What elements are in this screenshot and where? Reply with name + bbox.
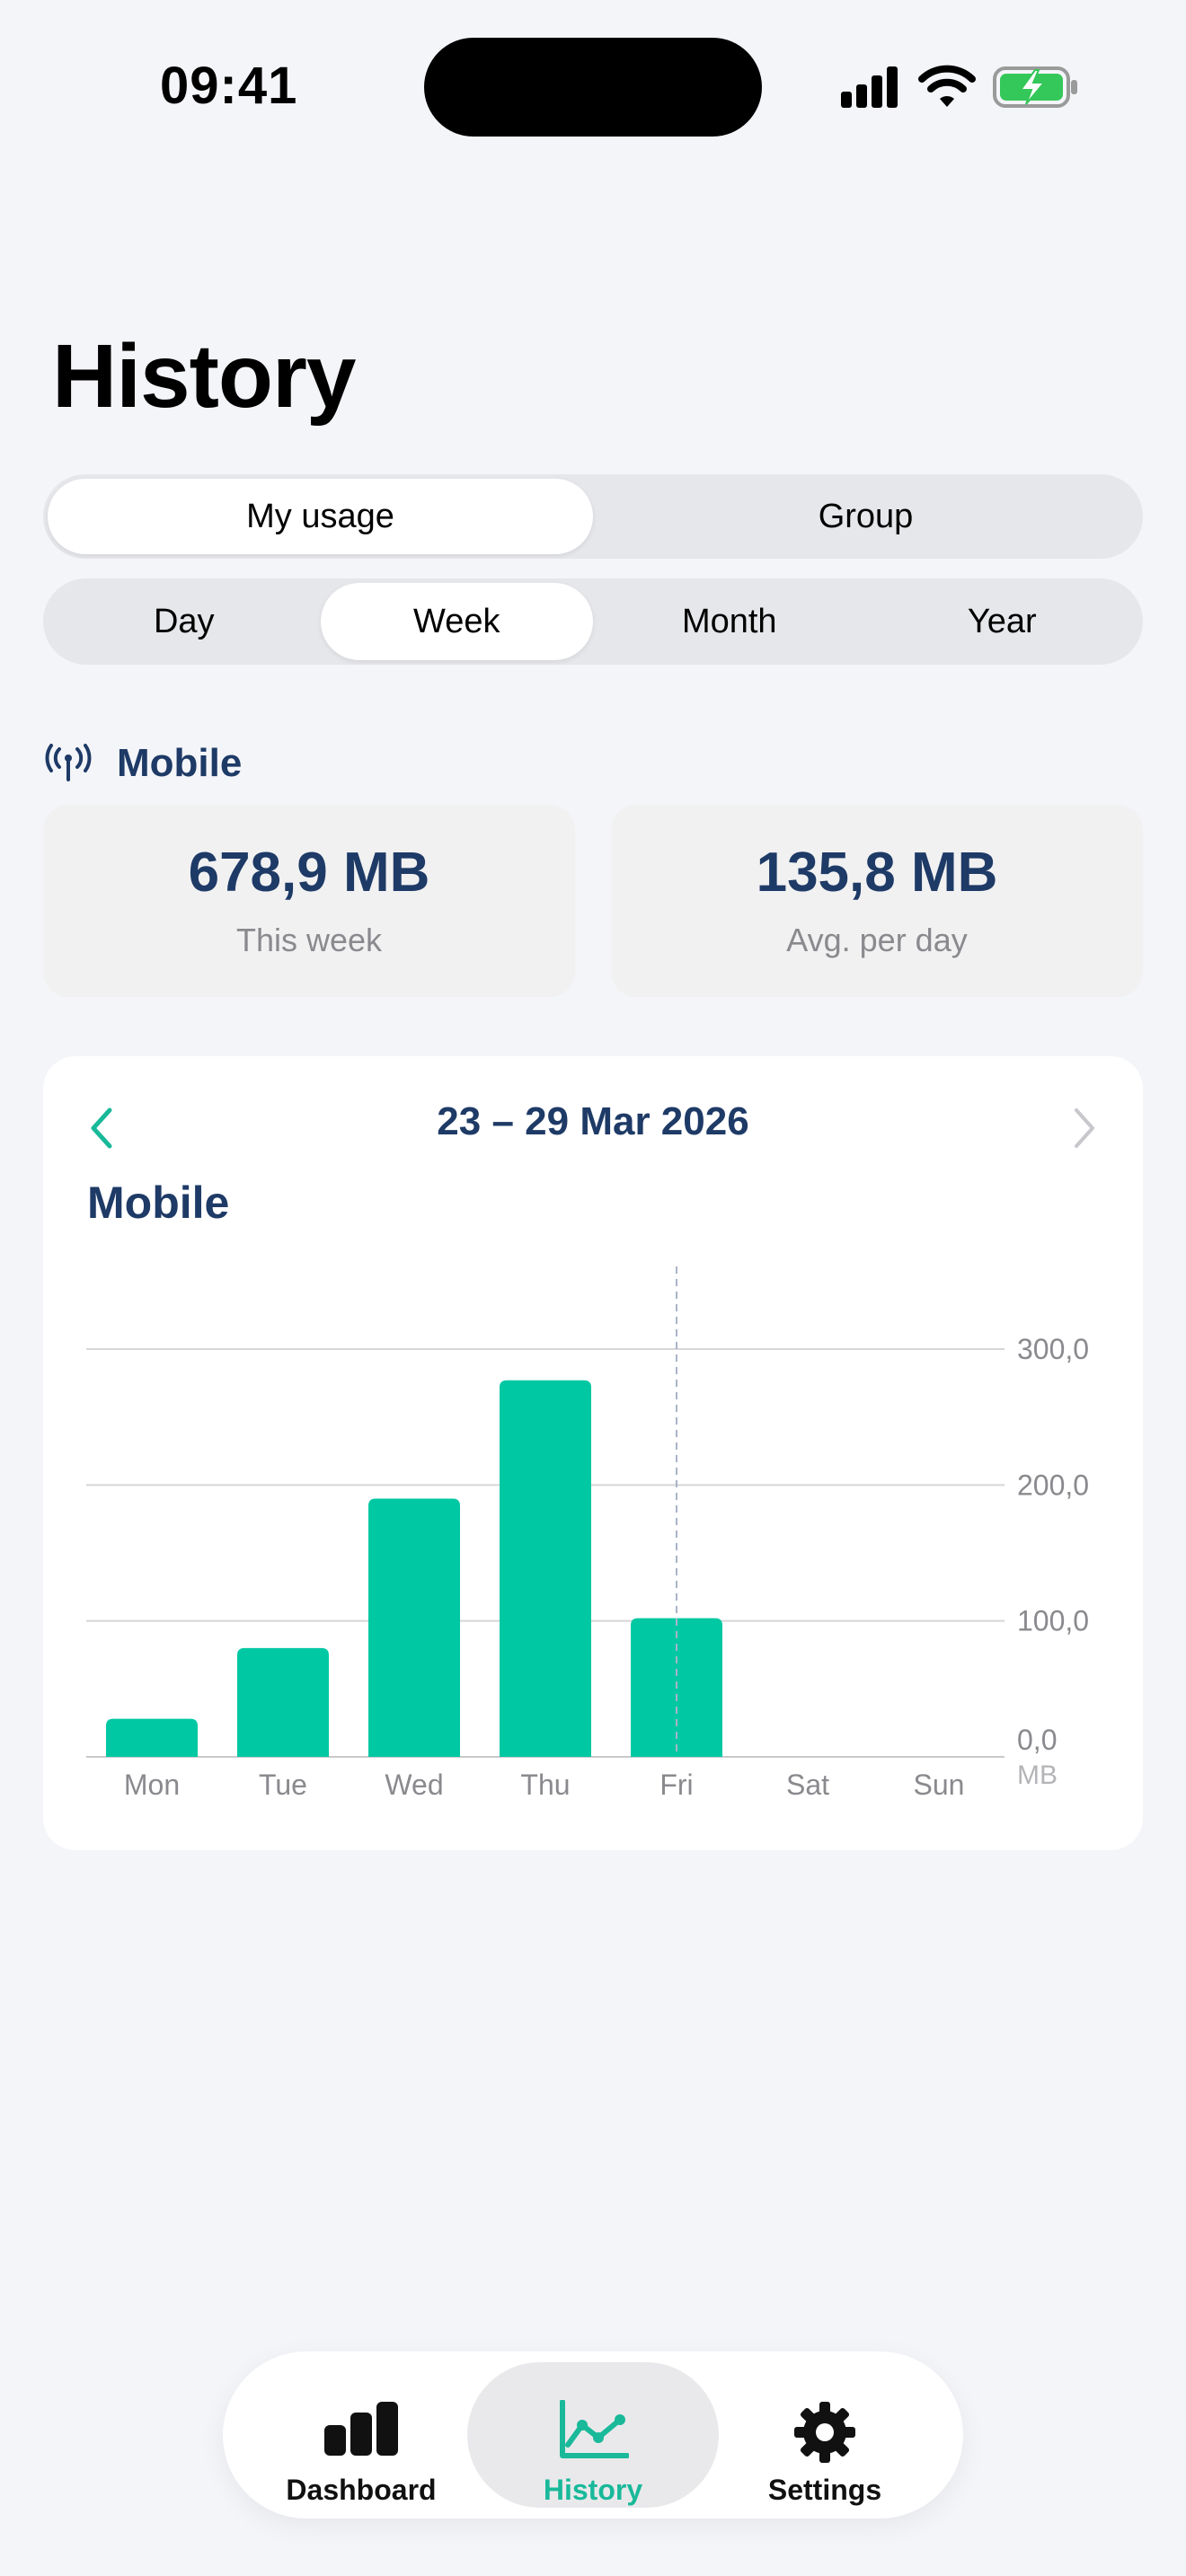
section-header: Mobile bbox=[45, 737, 242, 790]
total-usage-label: This week bbox=[235, 922, 383, 958]
tab-year[interactable]: Year bbox=[866, 583, 1139, 660]
usage-chart-card: 0,0 100,0 200,0 300,0 MB Mon Tue Wed Thu Fri Sat Su… bbox=[43, 1056, 1143, 1850]
x-tick-label: Mon bbox=[124, 1769, 180, 1801]
page-title: History bbox=[52, 326, 357, 427]
tab-my-usage[interactable]: My usage bbox=[48, 479, 593, 554]
x-tick-label: Wed bbox=[385, 1769, 443, 1801]
tab-dashboard[interactable]: Dashboard bbox=[235, 2362, 487, 2508]
usage-bar-chart: 0,0 100,0 200,0 300,0 MB Mon Tue Wed Thu Fri Sat Su… bbox=[86, 1266, 1089, 1801]
y-tick-label: 300,0 bbox=[1017, 1333, 1089, 1365]
bar-chart-icon bbox=[324, 2402, 398, 2456]
x-tick-label: Fri bbox=[659, 1769, 693, 1801]
signal-icon bbox=[841, 66, 898, 108]
x-tick-label: Sat bbox=[786, 1769, 829, 1801]
status-bar: 09:41 bbox=[0, 0, 1186, 180]
tab-day[interactable]: Day bbox=[48, 583, 321, 660]
y-unit-label: MB bbox=[1017, 1760, 1058, 1790]
bar-wed bbox=[368, 1498, 460, 1757]
x-tick-label: Tue bbox=[259, 1769, 307, 1801]
average-usage-card: 135,8 MB Avg. per day bbox=[611, 805, 1143, 997]
average-usage-value: 135,8 MB bbox=[756, 842, 998, 904]
period-segmented-control: Day Week Month Year bbox=[43, 578, 1143, 665]
y-tick-label: 0,0 bbox=[1017, 1724, 1057, 1756]
date-range-label: 23 – 29 Mar 2026 bbox=[437, 1099, 749, 1143]
total-usage-value: 678,9 MB bbox=[188, 842, 430, 904]
line-chart-icon bbox=[560, 2400, 629, 2458]
antenna-icon bbox=[45, 744, 92, 781]
usage-scope-segmented-control: My usage Group bbox=[43, 474, 1143, 559]
tab-week[interactable]: Week bbox=[320, 583, 593, 660]
chevron-right-icon[interactable] bbox=[1066, 1103, 1102, 1153]
tab-history[interactable]: History bbox=[467, 2362, 719, 2508]
bar-mon bbox=[106, 1718, 198, 1757]
battery-charging-icon bbox=[993, 66, 1077, 108]
x-tick-label: Sun bbox=[914, 1769, 965, 1801]
wifi-icon bbox=[918, 65, 976, 107]
bar-tue bbox=[237, 1647, 329, 1757]
tab-dashboard-label: Dashboard bbox=[286, 2474, 437, 2506]
tab-bar: Dashboard History Settings bbox=[223, 2351, 963, 2519]
chart-title: Mobile bbox=[87, 1178, 230, 1228]
status-time: 09:41 bbox=[160, 57, 298, 115]
status-icons bbox=[839, 63, 1082, 111]
tab-history-label: History bbox=[543, 2474, 643, 2506]
tab-month[interactable]: Month bbox=[593, 583, 866, 660]
section-title: Mobile bbox=[117, 741, 243, 785]
total-usage-card: 678,9 MB This week bbox=[43, 805, 575, 997]
bar-thu bbox=[500, 1380, 591, 1757]
y-tick-label: 100,0 bbox=[1017, 1605, 1089, 1637]
dynamic-island bbox=[424, 38, 762, 137]
tab-settings-label: Settings bbox=[767, 2474, 882, 2506]
gear-icon bbox=[794, 2402, 855, 2463]
y-tick-label: 200,0 bbox=[1017, 1469, 1089, 1501]
tab-group[interactable]: Group bbox=[593, 479, 1138, 554]
x-tick-label: Thu bbox=[520, 1769, 570, 1801]
average-usage-label: Avg. per day bbox=[786, 922, 968, 958]
tab-settings[interactable]: Settings bbox=[699, 2362, 951, 2508]
